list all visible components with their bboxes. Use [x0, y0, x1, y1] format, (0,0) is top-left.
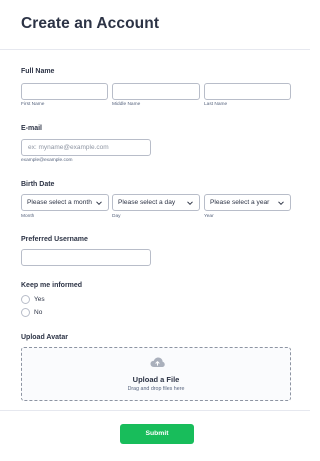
submit-button[interactable]: Submit	[120, 424, 194, 444]
account-form-page: Create an Account Full Name First Name M…	[0, 0, 310, 461]
page-title: Create an Account	[21, 15, 160, 32]
last-name-sublabel: Last Name	[204, 102, 228, 107]
first-name-input[interactable]	[21, 83, 108, 100]
middle-name-input[interactable]	[112, 83, 200, 100]
middle-name-sublabel: Middle Name	[112, 102, 141, 107]
chevron-down-icon	[96, 201, 102, 206]
year-select[interactable]: Please select a year	[204, 194, 291, 211]
upload-hint: Drag and drop files here	[127, 386, 185, 392]
first-name-sublabel: First Name	[21, 102, 45, 107]
year-select-value: Please select a year	[210, 198, 270, 206]
day-select[interactable]: Please select a day	[112, 194, 200, 211]
radio-option-yes[interactable]: Yes	[21, 295, 81, 305]
upload-avatar-label: Upload Avatar	[21, 334, 68, 341]
chevron-down-icon	[187, 201, 193, 206]
footer-divider	[0, 410, 310, 411]
radio-option-no[interactable]: No	[21, 308, 81, 318]
email-label: E-mail	[21, 125, 43, 132]
form-header: Create an Account	[0, 0, 310, 50]
radio-button[interactable]	[21, 308, 30, 317]
chevron-down-icon	[278, 201, 284, 206]
radio-button[interactable]	[21, 295, 30, 304]
day-select-value: Please select a day	[118, 198, 176, 206]
username-label: Preferred Username	[21, 236, 88, 243]
full-name-label: Full Name	[21, 68, 55, 75]
email-placeholder: ex: myname@example.com	[28, 143, 109, 151]
upload-title: Upload a File	[132, 375, 180, 384]
username-input[interactable]	[21, 249, 151, 266]
radio-label-yes: Yes	[34, 296, 45, 303]
month-select[interactable]: Please select a month	[21, 194, 109, 211]
last-name-input[interactable]	[204, 83, 291, 100]
month-sublabel: Month	[21, 214, 35, 219]
keep-informed-label: Keep me informed	[21, 282, 83, 289]
file-dropzone[interactable]: Upload a File Drag and drop files here	[21, 347, 291, 401]
year-sublabel: Year	[204, 214, 214, 219]
radio-label-no: No	[34, 309, 43, 316]
birth-date-label: Birth Date	[21, 181, 55, 188]
cloud-upload-icon	[150, 357, 165, 367]
day-sublabel: Day	[112, 214, 121, 219]
email-sublabel: example@example.com	[21, 158, 73, 163]
month-select-value: Please select a month	[27, 198, 92, 206]
email-field[interactable]: ex: myname@example.com	[21, 139, 151, 156]
